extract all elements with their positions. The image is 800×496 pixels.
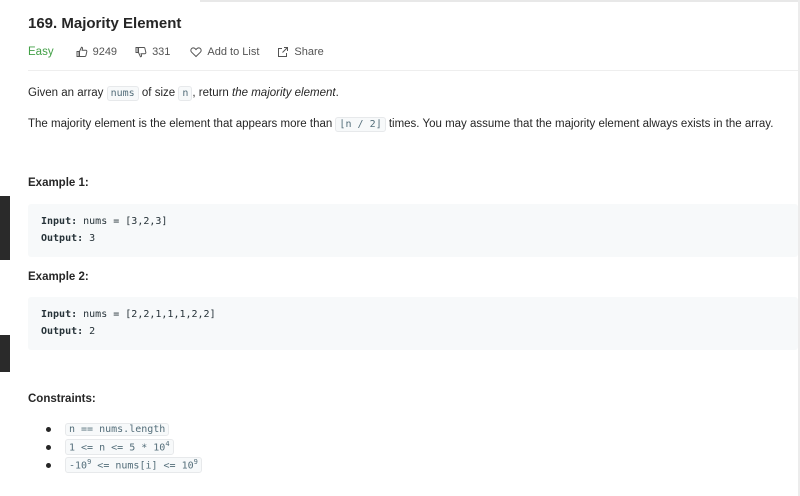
share-icon — [278, 47, 289, 57]
bullet — [46, 462, 51, 468]
list-item: -109 <= nums[i] <= 109 — [28, 456, 202, 474]
share-label: Share — [294, 46, 324, 58]
example-output-line: Output: 3 — [41, 233, 96, 244]
constraint-code: 1 <= n <= 5 * 104 — [65, 439, 174, 455]
like-count: 9249 — [92, 46, 118, 58]
constraint-code: n == nums.length — [65, 422, 170, 436]
inline-code: ⌊n / 2⌋ — [335, 117, 386, 132]
share-button[interactable]: Share — [277, 46, 324, 58]
example-2-codeblock: Input: nums = [2,2,1,1,1,2,2] Output: 2 — [28, 297, 798, 350]
heart-icon — [190, 47, 203, 58]
inline-code: nums — [106, 86, 139, 101]
example-1-heading: Example 1: — [28, 177, 89, 189]
list-item: n == nums.length — [28, 420, 202, 438]
thumbs-up-icon — [76, 46, 87, 57]
problem-meta-bar: Easy 9249 331 Add to List Share — [28, 44, 324, 60]
page-title: 169. Majority Element — [28, 15, 182, 32]
constraints-list: n == nums.length 1 <= n <= 5 * 104 -109 … — [28, 420, 202, 474]
example-output-line: Output: 2 — [41, 326, 96, 337]
dislike-button[interactable]: 331 — [135, 46, 170, 58]
description-paragraph-2: The majority element is the element that… — [28, 117, 774, 132]
dislike-count: 331 — [152, 46, 171, 58]
difficulty-badge: Easy — [28, 46, 54, 58]
like-button[interactable]: 9249 — [76, 46, 117, 58]
example-input-line: Input: nums = [3,2,3] — [41, 216, 168, 227]
left-panel-edge-dark — [0, 335, 10, 372]
constraint-code: -109 <= nums[i] <= 109 — [65, 457, 202, 473]
left-panel-edge-dark — [0, 196, 10, 260]
description-paragraph-1: Given an array nums of size n, return th… — [28, 86, 339, 101]
example-2-heading: Example 2: — [28, 271, 89, 283]
thumbs-down-icon — [135, 47, 147, 58]
list-item: 1 <= n <= 5 * 104 — [28, 438, 202, 456]
inline-code: n — [178, 86, 193, 101]
emphasis-text: the majority element — [232, 87, 336, 99]
bullet — [46, 426, 51, 432]
example-input-line: Input: nums = [2,2,1,1,1,2,2] — [41, 309, 216, 320]
add-to-list-button[interactable]: Add to List — [190, 46, 259, 58]
bullet — [46, 444, 51, 450]
constraints-heading: Constraints: — [28, 393, 96, 405]
example-1-codeblock: Input: nums = [3,2,3] Output: 3 — [28, 204, 798, 257]
add-to-list-label: Add to List — [207, 46, 260, 58]
header-divider — [28, 70, 798, 71]
top-border — [200, 0, 800, 2]
